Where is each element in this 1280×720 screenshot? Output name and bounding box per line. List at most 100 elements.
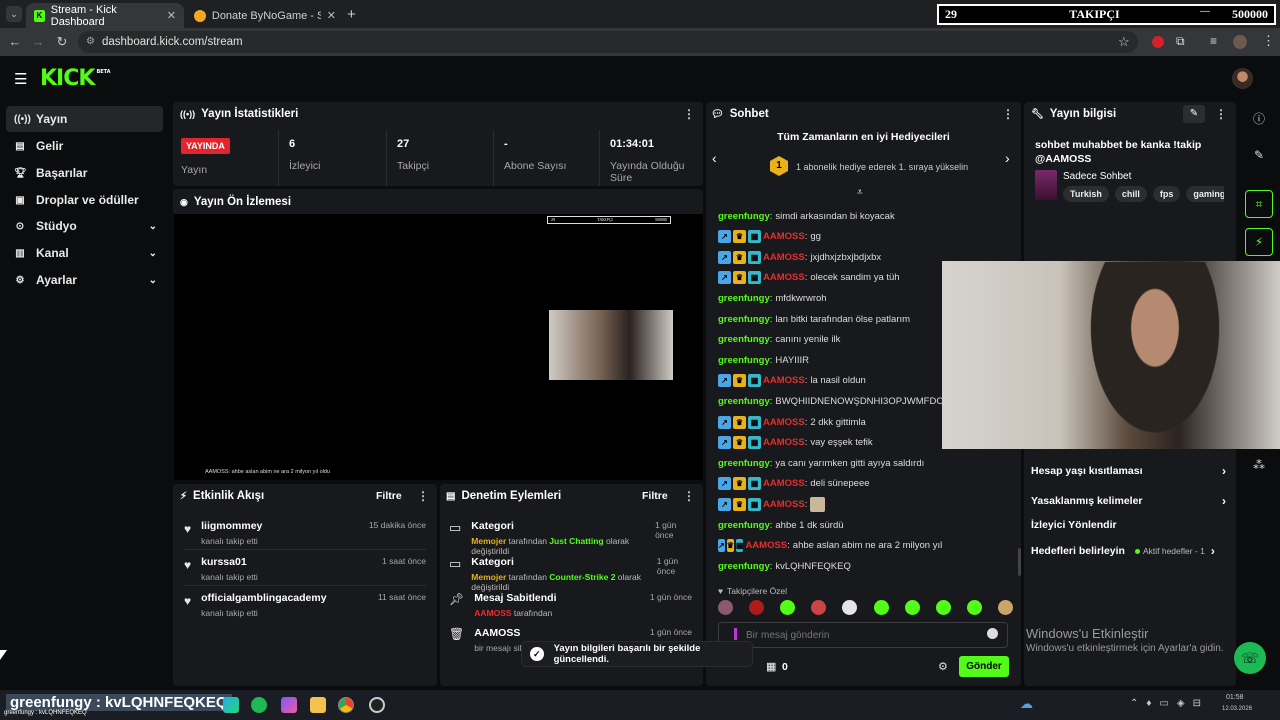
back-icon[interactable]: ← [7,34,23,50]
hamburger-menu-icon[interactable]: ☰ [14,70,27,88]
kick-logo[interactable]: KICK BETA [40,66,111,91]
emote-icon[interactable] [904,600,920,615]
bookmark-star-icon[interactable]: ☆ [1118,34,1130,50]
emote-icon[interactable] [997,600,1013,615]
chat-username[interactable]: AAMOSS [763,499,805,510]
sidebar-item-studyo[interactable]: ⊙ Stüdyo ⌄ [6,213,163,239]
chevron-left-icon[interactable]: ‹ [712,150,717,166]
chevron-right-icon[interactable]: › [1005,150,1010,166]
edit-info-button[interactable]: ✎ [1183,105,1205,123]
emote-icon[interactable] [811,600,827,615]
new-tab-icon[interactable]: + [347,6,356,23]
tag[interactable]: fps [1152,186,1181,202]
sidebar-item-yayin[interactable]: ((•)) Yayın [6,106,163,132]
chat-username[interactable]: greenfungy [718,355,770,366]
user-avatar[interactable] [1232,68,1253,89]
shapes-icon[interactable]: ⁂ [1245,451,1273,479]
chat-username[interactable]: greenfungy [718,293,770,304]
info-icon[interactable]: ⓘ [1245,104,1273,132]
emote-icon[interactable] [966,600,982,615]
chat-username[interactable]: greenfungy [718,458,770,469]
moderator-name[interactable]: Memojer [471,572,506,582]
more-options-icon[interactable]: ⋮ [417,489,429,503]
capture-icon[interactable]: ⌗ [1245,190,1273,218]
send-button[interactable]: Gönder [959,656,1009,677]
reload-icon[interactable]: ↻ [54,34,70,50]
browser-tab-kick[interactable]: K Stream - Kick Dashboard ✕ [26,3,184,28]
chat-username[interactable]: AAMOSS [763,375,805,386]
chrome-icon[interactable] [338,697,354,713]
more-options-icon[interactable]: ⋮ [1002,107,1014,121]
chat-username[interactable]: AAMOSS [763,437,805,448]
chat-username[interactable]: AAMOSS [763,252,805,263]
emote-icon[interactable] [718,600,733,615]
copilot-icon[interactable] [281,697,297,713]
chat-input[interactable] [746,626,976,644]
url-input[interactable]: dashboard.kick.com/stream [78,31,1138,53]
redirect-viewers-link[interactable]: İzleyici Yönlendir [1031,519,1226,531]
tag[interactable]: gaming [1186,186,1224,202]
forward-icon[interactable]: → [30,34,46,50]
close-tab-icon[interactable]: ✕ [327,9,336,22]
site-info-icon[interactable]: ⚙ [86,36,95,47]
browser-tab-donate[interactable]: Donate ByNoGame - Streamer ✕ [186,3,344,28]
activity-user[interactable]: liigmommey [201,520,262,532]
chat-username[interactable]: greenfungy [718,520,770,531]
folder-icon[interactable] [310,697,326,713]
tag[interactable]: Turkish [1063,186,1109,202]
emote-icon[interactable] [842,600,858,615]
tag[interactable]: chill [1114,186,1147,202]
points-icon[interactable]: ▦ [766,660,776,673]
activity-user[interactable]: officialgamblingacademy [201,592,326,604]
profile-avatar-icon[interactable] [1233,35,1247,49]
edge-icon[interactable] [223,697,239,713]
emote-icon[interactable] [873,600,889,615]
chat-username[interactable]: AAMOSS [745,540,787,551]
moderation-filter-button[interactable]: Filtre [642,490,668,502]
pinned-expand-icon[interactable]: ⩡ [857,187,863,198]
edit-icon[interactable]: ✎ [1245,141,1273,169]
chat-username[interactable]: AAMOSS [763,478,805,489]
moderator-name[interactable]: Memojer [471,536,506,546]
chat-username[interactable]: greenfungy [718,211,770,222]
more-options-icon[interactable]: ⋮ [683,489,695,503]
more-options-icon[interactable]: ⋮ [683,107,695,121]
extension-red-icon[interactable] [1152,36,1164,48]
support-chat-button[interactable]: ☏ [1234,642,1266,674]
sidebar-item-kanal[interactable]: ▥ Kanal ⌄ [6,240,163,266]
scrollbar[interactable] [1018,548,1021,576]
tab-list-button[interactable]: ⌄ [6,6,22,22]
age-restriction-link[interactable]: Hesap yaşı kısıtlaması › [1031,464,1226,478]
tray-icons[interactable]: ⌃♦▭◈⊟ [1130,698,1209,709]
activity-user[interactable]: kurssa01 [201,556,258,568]
banned-words-link[interactable]: Yasaklanmış kelimeler › [1031,494,1226,508]
chat-username[interactable]: greenfungy [718,334,770,345]
lightning-icon[interactable]: ⚡︎ [1245,228,1273,256]
chat-username[interactable]: greenfungy [718,396,770,407]
emote-icon[interactable] [749,600,765,615]
category-name[interactable]: Sadece Sohbet [1063,171,1131,182]
chat-username[interactable]: greenfungy [718,314,770,325]
spotify-icon[interactable] [251,697,267,713]
close-tab-icon[interactable]: ✕ [167,9,176,22]
sidebar-item-ayarlar[interactable]: ⚙ Ayarlar ⌄ [6,267,163,293]
emoji-icon[interactable] [987,628,998,639]
moderator-name[interactable]: AAMOSS [474,608,511,618]
set-goals-link[interactable]: Hedefleri belirleyin Aktif hedefler - 1 … [1031,544,1226,558]
emote-icon[interactable] [780,600,796,615]
obs-icon[interactable] [369,697,385,713]
weather-icon[interactable]: ☁ [1020,696,1033,712]
extensions-icon[interactable]: ⧉ [1176,34,1185,49]
chat-settings-icon[interactable]: ⚙ [938,660,948,673]
browser-menu-icon[interactable]: ⋮ [1262,33,1275,49]
emote-icon[interactable] [935,600,951,615]
chat-username[interactable]: AAMOSS [763,231,805,242]
chat-username[interactable]: AAMOSS [763,272,805,283]
minimize-icon[interactable]: — [1200,6,1210,17]
activity-filter-button[interactable]: Filtre [376,490,402,502]
media-control-icon[interactable]: ≡ [1210,34,1217,48]
chat-username[interactable]: greenfungy [718,561,770,572]
sidebar-item-gelir[interactable]: ▤ Gelir [6,133,163,159]
sidebar-item-basarilar[interactable]: 🏆︎ Başarılar [6,160,163,186]
sidebar-item-droplar[interactable]: ▣ Droplar ve ödüller [6,187,163,213]
